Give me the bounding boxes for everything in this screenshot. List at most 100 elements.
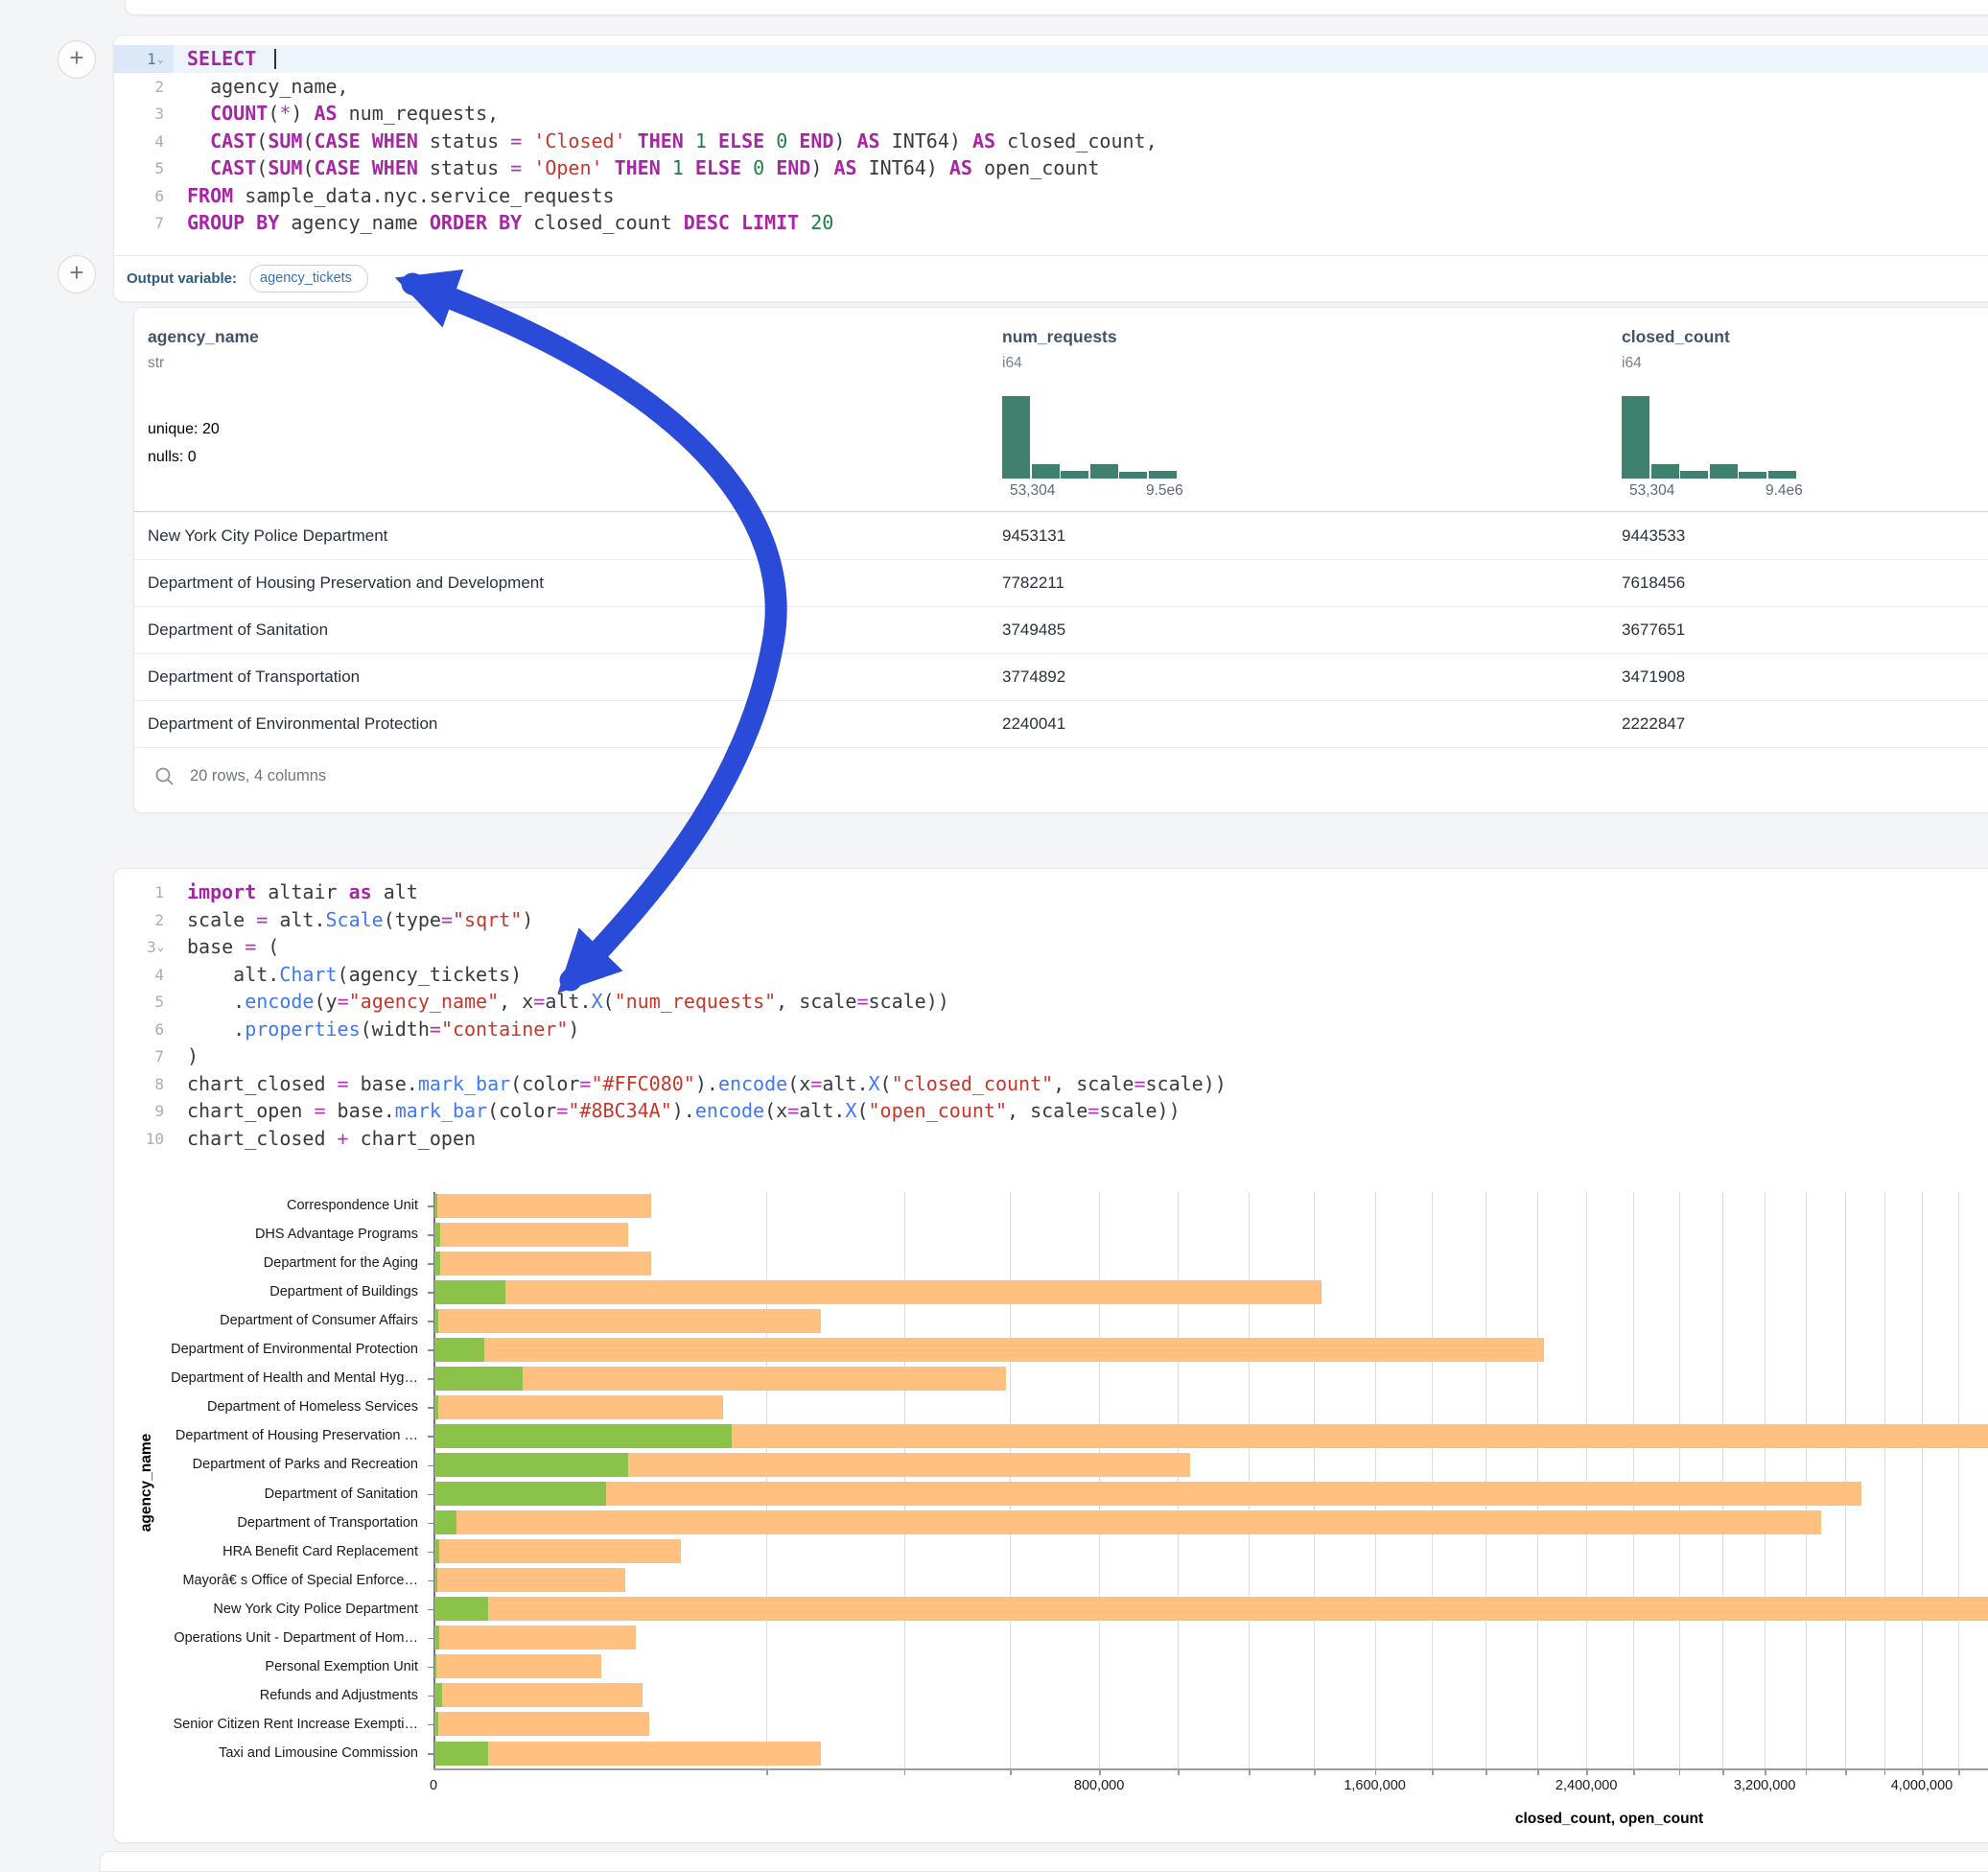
chevron-down-icon[interactable]: ⌄	[157, 940, 164, 953]
y-axis-label: Department of Environmental Protection	[171, 1342, 418, 1357]
sql-cell: 1⌄SELECT 2 agency_name,3 COUNT(*) AS num…	[113, 35, 1988, 302]
chart-plot-area	[433, 1192, 1988, 1768]
next-cell-partial	[100, 1851, 1988, 1872]
sql-line-1[interactable]: 1⌄SELECT	[114, 45, 1988, 73]
sql-line-5[interactable]: 5 CAST(SUM(CASE WHEN status = 'Open' THE…	[114, 154, 1988, 182]
x-tick	[1314, 1770, 1316, 1775]
y-axis-label: Refunds and Adjustments	[260, 1688, 418, 1703]
y-tick	[428, 1638, 433, 1640]
sql-line-6[interactable]: 6FROM sample_data.nyc.service_requests	[114, 182, 1988, 210]
x-tick-label: 4,000,000	[1891, 1778, 1953, 1793]
gridline	[1845, 1192, 1846, 1768]
bar-open_count	[434, 1482, 606, 1506]
y-axis-label: Correspondence Unit	[287, 1198, 418, 1213]
column-header-num_requests[interactable]: num_requestsi64	[1002, 327, 1117, 372]
bar-open_count	[434, 1712, 438, 1736]
add-cell-button-top[interactable]: +	[58, 40, 96, 79]
line-number: 7	[114, 1042, 174, 1070]
python-line-5[interactable]: 5 .encode(y="agency_name", x=alt.X("num_…	[114, 988, 1988, 1016]
output-variable-pill[interactable]: agency_tickets	[249, 265, 368, 292]
y-tick	[428, 1263, 433, 1265]
sql-code-editor[interactable]: 1⌄SELECT 2 agency_name,3 COUNT(*) AS num…	[114, 35, 1988, 237]
add-cell-button-output[interactable]: +	[58, 255, 96, 293]
python-line-6[interactable]: 6 .properties(width="container")	[114, 1016, 1988, 1043]
x-tick	[1884, 1770, 1886, 1775]
column-name: num_requests	[1002, 327, 1117, 347]
python-line-10[interactable]: 10chart_closed + chart_open	[114, 1125, 1988, 1153]
column-stat: nulls: 0	[148, 449, 197, 466]
bar-open_count	[434, 1539, 439, 1563]
bar-closed_count	[434, 1252, 651, 1275]
table-cell: 9443533	[1622, 512, 1685, 559]
gridline	[1178, 1192, 1179, 1768]
python-line-7[interactable]: 7)	[114, 1042, 1988, 1070]
y-axis-label: Department of Consumer Affairs	[220, 1313, 418, 1328]
python-line-1[interactable]: 1import altair as alt	[114, 878, 1988, 906]
y-tick	[428, 1205, 433, 1207]
y-tick	[428, 1724, 433, 1726]
x-tick	[1958, 1770, 1960, 1775]
sql-line-2[interactable]: 2 agency_name,	[114, 73, 1988, 101]
python-line-3[interactable]: 3⌄base = (	[114, 933, 1988, 961]
sql-line-3[interactable]: 3 COUNT(*) AS num_requests,	[114, 100, 1988, 128]
line-number: 5	[114, 154, 174, 182]
python-code-editor[interactable]: 1import altair as alt2scale = alt.Scale(…	[114, 869, 1988, 1152]
table-cell: 7782211	[1002, 559, 1064, 606]
python-cell: 1import altair as alt2scale = alt.Scale(…	[113, 868, 1988, 1843]
table-row[interactable]: Department of Transportation377489234719…	[134, 653, 1988, 701]
x-tick	[766, 1770, 768, 1775]
line-number: 4	[114, 961, 174, 989]
x-tick	[1375, 1770, 1377, 1775]
column-stat: unique: 20	[148, 421, 220, 438]
line-number: 9	[114, 1097, 174, 1125]
code-text: )	[174, 1042, 199, 1070]
column-header-agency_name[interactable]: agency_namestr	[148, 327, 259, 372]
table-cell: Department of Transportation	[148, 653, 360, 700]
x-tick	[904, 1770, 906, 1775]
y-tick	[428, 1523, 433, 1525]
y-axis-label: Department of Health and Mental Hyg…	[171, 1370, 418, 1386]
y-tick	[428, 1667, 433, 1669]
bar-open_count	[434, 1309, 438, 1333]
sql-line-7[interactable]: 7GROUP BY agency_name ORDER BY closed_co…	[114, 209, 1988, 237]
y-axis-label: Taxi and Limousine Commission	[219, 1745, 418, 1761]
line-number: 6	[114, 1016, 174, 1043]
code-text: FROM sample_data.nyc.service_requests	[174, 182, 615, 210]
x-axis-line	[433, 1768, 1988, 1770]
line-number: 2	[114, 73, 174, 101]
x-tick	[1922, 1770, 1924, 1775]
python-line-8[interactable]: 8chart_closed = base.mark_bar(color="#FF…	[114, 1070, 1988, 1098]
sql-line-4[interactable]: 4 CAST(SUM(CASE WHEN status = 'Closed' T…	[114, 128, 1988, 155]
bar-closed_count	[434, 1742, 821, 1766]
bar-closed_count	[434, 1539, 681, 1563]
line-number: 10	[114, 1125, 174, 1153]
search-icon[interactable]	[153, 765, 176, 788]
bar-open_count	[434, 1568, 437, 1592]
line-number: 4	[114, 128, 174, 155]
bar-open_count	[434, 1194, 437, 1218]
y-tick	[428, 1494, 433, 1496]
column-header-closed_count[interactable]: closed_counti64	[1622, 327, 1730, 372]
table-row[interactable]: Department of Sanitation37494853677651	[134, 606, 1988, 654]
python-line-4[interactable]: 4 alt.Chart(agency_tickets)	[114, 961, 1988, 989]
gridline	[1375, 1192, 1376, 1768]
python-line-9[interactable]: 9chart_open = base.mark_bar(color="#8BC3…	[114, 1097, 1988, 1125]
y-tick	[428, 1407, 433, 1409]
x-tick	[1249, 1770, 1251, 1775]
y-axis-label: Department of Homeless Services	[207, 1399, 418, 1415]
x-tick	[1806, 1770, 1808, 1775]
table-row[interactable]: New York City Police Department945313194…	[134, 512, 1988, 560]
table-cell: 3677651	[1622, 606, 1685, 653]
column-type: str	[148, 355, 259, 372]
table-row[interactable]: Department of Environmental Protection22…	[134, 700, 1988, 748]
histogram-min-label: 53,304	[1629, 482, 1674, 500]
code-text: scale = alt.Scale(type="sqrt")	[174, 906, 533, 934]
python-line-2[interactable]: 2scale = alt.Scale(type="sqrt")	[114, 906, 1988, 934]
y-tick	[428, 1696, 433, 1697]
table-row[interactable]: Department of Housing Preservation and D…	[134, 559, 1988, 607]
code-text: SELECT	[174, 45, 276, 73]
bar-closed_count	[434, 1395, 723, 1419]
code-text: chart_closed = base.mark_bar(color="#FFC…	[174, 1070, 1227, 1098]
chevron-down-icon[interactable]: ⌄	[157, 52, 164, 65]
row-count-label: 20 rows, 4 columns	[190, 767, 326, 785]
